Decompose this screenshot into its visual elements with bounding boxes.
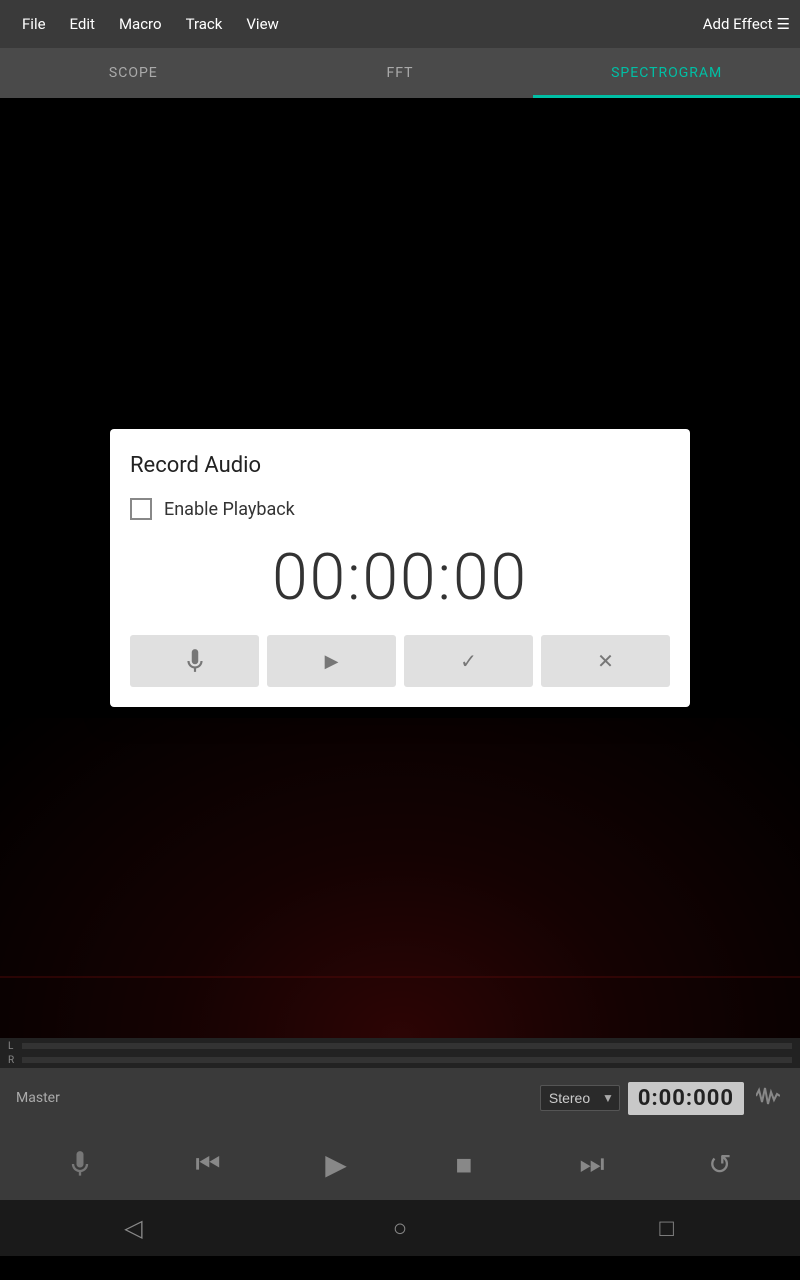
level-meters: L R <box>0 1038 800 1068</box>
stop-icon: ■ <box>456 1148 473 1181</box>
stop-button[interactable]: ■ <box>436 1136 492 1192</box>
skip-back-icon: ⏮ <box>195 1147 220 1181</box>
transport-bar: Master Stereo Mono Left Right ▼ 0:00:000 <box>0 1068 800 1128</box>
menu-macro[interactable]: Macro <box>107 0 174 48</box>
loop-button[interactable]: ↺ <box>692 1136 748 1192</box>
confirm-button[interactable]: ✓ <box>404 635 533 687</box>
skip-forward-button[interactable]: ⏭ <box>564 1136 620 1192</box>
enable-playback-checkbox[interactable] <box>130 498 152 520</box>
nav-home-button[interactable]: ○ <box>370 1208 430 1248</box>
menu-icon: ☰ <box>777 15 790 33</box>
nav-back-button[interactable]: ◁ <box>103 1208 163 1248</box>
stereo-select[interactable]: Stereo Mono Left Right <box>540 1085 620 1111</box>
skip-forward-icon: ⏭ <box>579 1147 604 1181</box>
add-effect-label: Add Effect <box>703 15 773 33</box>
loop-icon: ↺ <box>708 1148 731 1181</box>
level-row-r: R <box>8 1055 792 1066</box>
dialog-buttons: ▶ ✓ ✕ <box>130 635 670 687</box>
menu-view[interactable]: View <box>234 0 290 48</box>
level-bar-l <box>22 1043 792 1049</box>
stereo-select-wrapper: Stereo Mono Left Right ▼ <box>540 1085 620 1111</box>
menu-track[interactable]: Track <box>174 0 235 48</box>
level-label-r: R <box>8 1055 18 1066</box>
nav-recent-button[interactable]: □ <box>637 1208 697 1248</box>
check-icon: ✓ <box>460 649 477 674</box>
enable-playback-row: Enable Playback <box>130 498 670 520</box>
play-ctrl-button[interactable]: ▶ <box>308 1136 364 1192</box>
recent-icon: □ <box>659 1214 674 1243</box>
master-label: Master <box>16 1090 532 1106</box>
enable-playback-label: Enable Playback <box>164 499 295 520</box>
tab-bar: SCOPE FFT SPECTROGRAM <box>0 48 800 98</box>
play-icon: ▶ <box>325 651 339 672</box>
back-icon: ◁ <box>124 1214 142 1242</box>
playback-controls: ⏮ ▶ ■ ⏭ ↺ <box>0 1128 800 1200</box>
level-label-l: L <box>8 1041 18 1052</box>
menu-edit[interactable]: Edit <box>58 0 107 48</box>
play-button[interactable]: ▶ <box>267 635 396 687</box>
skip-back-button[interactable]: ⏮ <box>180 1136 236 1192</box>
home-icon: ○ <box>393 1214 408 1243</box>
timer-display: 00:00:00 <box>130 540 670 615</box>
dialog-title: Record Audio <box>130 453 670 478</box>
menu-file[interactable]: File <box>10 0 58 48</box>
top-menu-bar: File Edit Macro Track View Add Effect ☰ <box>0 0 800 48</box>
record-button[interactable] <box>130 635 259 687</box>
record-audio-dialog: Record Audio Enable Playback 00:00:00 ▶ <box>110 429 690 707</box>
level-bar-r <box>22 1057 792 1063</box>
waveform-icon-button[interactable] <box>752 1082 784 1115</box>
tab-spectrogram[interactable]: SPECTROGRAM <box>533 48 800 98</box>
close-button[interactable]: ✕ <box>541 635 670 687</box>
tab-fft[interactable]: FFT <box>267 48 534 98</box>
visualization-area: Record Audio Enable Playback 00:00:00 ▶ <box>0 98 800 1038</box>
record-ctrl-button[interactable] <box>52 1136 108 1192</box>
level-row-l: L <box>8 1041 792 1052</box>
dialog-overlay: Record Audio Enable Playback 00:00:00 ▶ <box>0 98 800 1038</box>
tab-scope[interactable]: SCOPE <box>0 48 267 98</box>
close-icon: ✕ <box>597 649 614 674</box>
android-nav-bar: ◁ ○ □ <box>0 1200 800 1256</box>
play-ctrl-icon: ▶ <box>325 1148 347 1181</box>
add-effect-button[interactable]: Add Effect ☰ <box>703 15 790 33</box>
time-display: 0:00:000 <box>628 1082 744 1115</box>
